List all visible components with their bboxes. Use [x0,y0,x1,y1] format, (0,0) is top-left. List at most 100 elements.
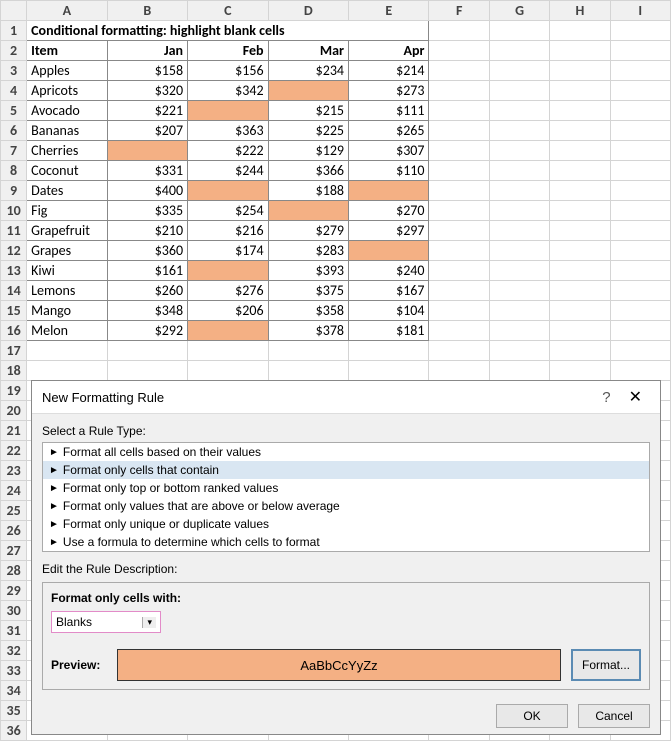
data-cell[interactable]: $174 [188,241,268,261]
data-cell[interactable]: $167 [349,281,429,301]
item-cell[interactable]: Mango [27,301,107,321]
rule-type-item[interactable]: ►Use a formula to determine which cells … [43,533,649,551]
data-cell[interactable]: $276 [188,281,268,301]
row-header-3[interactable]: 3 [1,61,27,81]
row-header-10[interactable]: 10 [1,201,27,221]
row-header-17[interactable]: 17 [1,341,27,361]
data-cell[interactable] [268,81,348,101]
data-cell[interactable]: $110 [349,161,429,181]
row-header-24[interactable]: 24 [1,481,27,501]
row-header-2[interactable]: 2 [1,41,27,61]
row-header-11[interactable]: 11 [1,221,27,241]
row-header-33[interactable]: 33 [1,661,27,681]
data-cell[interactable]: $378 [268,321,348,341]
item-cell[interactable]: Grapes [27,241,107,261]
data-cell[interactable]: $279 [268,221,348,241]
data-cell[interactable]: $358 [268,301,348,321]
data-cell[interactable]: $348 [107,301,187,321]
data-cell[interactable]: $104 [349,301,429,321]
item-cell[interactable]: Coconut [27,161,107,181]
item-cell[interactable]: Cherries [27,141,107,161]
data-cell[interactable]: $366 [268,161,348,181]
sheet-title[interactable]: Conditional formatting: highlight blank … [27,21,429,41]
data-cell[interactable]: $244 [188,161,268,181]
data-cell[interactable]: $363 [188,121,268,141]
item-cell[interactable]: Lemons [27,281,107,301]
row-header-7[interactable]: 7 [1,141,27,161]
data-cell[interactable] [107,141,187,161]
data-cell[interactable]: $307 [349,141,429,161]
data-cell[interactable]: $111 [349,101,429,121]
data-cell[interactable]: $181 [349,321,429,341]
row-header-25[interactable]: 25 [1,501,27,521]
data-cell[interactable]: $260 [107,281,187,301]
data-cell[interactable] [268,201,348,221]
data-cell[interactable]: $360 [107,241,187,261]
col-header-F[interactable]: F [429,1,489,21]
row-header-20[interactable]: 20 [1,401,27,421]
data-cell[interactable]: $222 [188,141,268,161]
format-button[interactable]: Format... [571,649,641,681]
col-header-A[interactable]: A [27,1,107,21]
data-header[interactable]: Jan [107,41,187,61]
rule-type-item[interactable]: ►Format only values that are above or be… [43,497,649,515]
row-header-27[interactable]: 27 [1,541,27,561]
row-header-9[interactable]: 9 [1,181,27,201]
row-header-32[interactable]: 32 [1,641,27,661]
row-header-29[interactable]: 29 [1,581,27,601]
row-header-22[interactable]: 22 [1,441,27,461]
data-cell[interactable] [188,321,268,341]
row-header-30[interactable]: 30 [1,601,27,621]
col-header-C[interactable]: C [188,1,268,21]
data-cell[interactable] [349,181,429,201]
col-header-B[interactable]: B [107,1,187,21]
cell-condition-dropdown[interactable]: Blanks ▾ [51,611,161,633]
row-header-14[interactable]: 14 [1,281,27,301]
item-cell[interactable]: Grapefruit [27,221,107,241]
data-cell[interactable]: $342 [188,81,268,101]
data-cell[interactable]: $158 [107,61,187,81]
item-cell[interactable]: Bananas [27,121,107,141]
col-header-I[interactable]: I [610,1,670,21]
data-cell[interactable]: $156 [188,61,268,81]
row-header-16[interactable]: 16 [1,321,27,341]
data-header[interactable]: Apr [349,41,429,61]
data-cell[interactable]: $207 [107,121,187,141]
data-cell[interactable]: $331 [107,161,187,181]
row-header-6[interactable]: 6 [1,121,27,141]
row-header-12[interactable]: 12 [1,241,27,261]
col-header-G[interactable]: G [489,1,549,21]
col-header-H[interactable]: H [550,1,610,21]
data-cell[interactable]: $221 [107,101,187,121]
item-cell[interactable]: Apricots [27,81,107,101]
row-header-36[interactable]: 36 [1,721,27,741]
help-button[interactable]: ? [592,389,620,406]
data-cell[interactable]: $283 [268,241,348,261]
data-header[interactable]: Feb [188,41,268,61]
col-header-E[interactable]: E [349,1,429,21]
row-header-31[interactable]: 31 [1,621,27,641]
item-cell[interactable]: Kiwi [27,261,107,281]
rule-type-item[interactable]: ►Format only top or bottom ranked values [43,479,649,497]
rule-type-item[interactable]: ►Format only cells that contain [43,461,649,479]
data-cell[interactable]: $225 [268,121,348,141]
data-cell[interactable]: $297 [349,221,429,241]
row-header-1[interactable]: 1 [1,21,27,41]
data-cell[interactable]: $375 [268,281,348,301]
row-header-4[interactable]: 4 [1,81,27,101]
data-cell[interactable]: $215 [268,101,348,121]
row-header-13[interactable]: 13 [1,261,27,281]
data-cell[interactable]: $273 [349,81,429,101]
data-cell[interactable]: $393 [268,261,348,281]
data-cell[interactable]: $206 [188,301,268,321]
item-cell[interactable]: Dates [27,181,107,201]
data-cell[interactable] [188,101,268,121]
row-header-21[interactable]: 21 [1,421,27,441]
row-header-35[interactable]: 35 [1,701,27,721]
data-cell[interactable] [188,261,268,281]
rule-type-item[interactable]: ►Format only unique or duplicate values [43,515,649,533]
row-header-15[interactable]: 15 [1,301,27,321]
data-cell[interactable]: $265 [349,121,429,141]
data-cell[interactable]: $234 [268,61,348,81]
item-cell[interactable]: Melon [27,321,107,341]
